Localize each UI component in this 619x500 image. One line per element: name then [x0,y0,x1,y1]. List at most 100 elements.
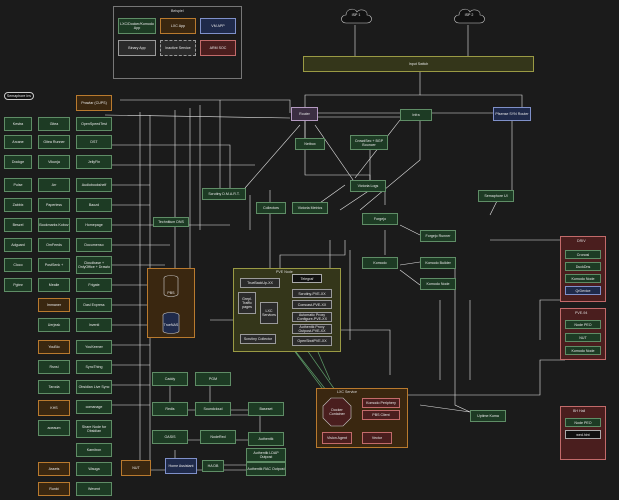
driv-item-duckdns: DuckDns [565,262,601,271]
app-comanage: comanage [76,400,112,414]
app-audiobookshelf: Audiobookshelf [76,178,112,192]
pve-automatic-proxy: Automatic Proxy Configure-PVE-XX [292,312,332,322]
komodo: Komodo [362,257,398,269]
lxc-vector: Vector [362,432,392,444]
app-dockge: Dockge [4,155,32,169]
pve-truebackup: TrueBackUp-XX [240,278,280,288]
svc-baseset: Baseset [248,402,284,416]
lxc-pbs-client: PBS Client [362,410,400,420]
router: Router [291,107,318,121]
komodo-builder: Komodo Builder [420,257,456,269]
pve-opensbot: OpenSbotPVE-XX [292,336,332,346]
app-dasl-express: Dasl Express [76,298,112,312]
app-jellyfin: JellyFin [76,155,112,169]
app-youkeener: YouKeener [76,340,112,354]
pbs-label: PBS [167,291,175,295]
collectors: Collectors [256,202,286,214]
crowdsec: CrowdSec + BGP Bouncer [350,135,388,150]
svc-redis: Redis [152,402,188,416]
pve-lxc-services: LXC Services [260,302,278,324]
panel-bh-hall-title: BH Hall [573,409,586,413]
pve-comcast: Comcast-PVE-XX [292,300,332,309]
svc-pgm: PGM [195,372,231,386]
semaphore-ui: Semaphore UI [478,190,514,202]
driv-item-komodo-node: Komodo Node [565,274,601,283]
legend-inactive-service: Inactive Service [160,40,196,56]
app-openspeedtest: OpenSpeedTest [76,117,112,131]
app-kestra: Kestra [4,117,32,131]
svc-soundcloud: Soundcloud [195,402,231,416]
svc-authentik: Authentik [248,432,284,446]
svc-ha-db: HA DB [202,460,224,472]
legend-title: Beispiel [171,9,184,13]
app-postsenk: PostSenk + [38,258,70,272]
victoria-metrics: Victoria Metrics [292,202,328,214]
app-cloco: Cloco [4,258,32,272]
pve94-item-nut: NUT [565,333,601,342]
app-bookmarks: Bookmarks Kobov [38,218,70,232]
pve-node-title: PVE Node [276,270,293,274]
app-rsnsi: Rsnsi [38,360,70,374]
app-pgbnr: Pgbnr [4,278,32,292]
app-share-node-obsidian: Share Node for Obsidian [76,420,112,438]
app-mealie: Mealie [38,278,70,292]
legend-binary-app: Binary App [118,40,156,56]
bh-hall-item-wed-hint: wed.hint [565,430,601,439]
legend-arm-soc: ARM SOC [200,40,236,56]
app-wauga: Wauga [76,462,112,476]
legend-lxc-docker-komodo: LXC/Docker/Komodo App [118,18,156,34]
forgejo: Forgejo [362,213,398,225]
lxc-service-title: LXC Service [337,390,357,394]
panel-driv-title: DRIV [577,239,586,243]
isp2-label: ISP 2 [464,13,474,17]
app-adguard: Adguard [4,238,32,252]
app-inventi: Inventi [76,318,112,332]
app-homepage: Homepage [76,218,112,232]
app-karnitron: Karnitron [76,443,112,457]
uptime-kuma: Uptime Kuma [470,410,506,422]
app-frigate: Frigate [76,278,112,292]
app-aoeaum: aoeaum [38,420,70,436]
lxc-komodo-periphery: Komodo Periphery [362,398,400,408]
isp1-label: ISP 1 [351,13,361,17]
app-documenso: Documenso [76,238,112,252]
docker-container-label: Docker Container [329,408,345,416]
pfsense-router: Pfsense SYN Router [493,107,531,121]
infra: Infra [400,109,432,121]
app-prowlar: Prowlar (CUPS) [76,95,112,111]
app-gitea: Gitea [38,117,70,131]
truenas-label: TrueNAS [163,323,179,327]
svc-oasis: OASIS [152,430,188,444]
svc-authentik-ldap: Authentik LDAP Outpost [246,448,286,462]
app-dst: DST [76,135,112,149]
svc-caddy: Caddy [152,372,188,386]
victoria-logs: Victoria Logs [350,180,386,192]
app-wevent: Wevent [76,482,112,496]
app-runkt: Runkt [38,482,70,496]
netbox: Netbox [295,138,325,150]
group-header-pill: Semaphore Inv [4,92,34,100]
app-gitea-runner: Gitea Runner [38,135,70,149]
pve-scrutiny: Scrutiny-PVE-XX [292,289,332,298]
scrutiny: Scrutiny D.M.A.R.T. [202,188,246,200]
app-arr: Arr [38,178,70,192]
lxc-vision-agent: Vision Agent [322,432,352,444]
app-uerjeak: Uerjeak [38,318,70,332]
app-cloudbase: Cloudbase + OnlyOffice + Drawio [76,256,112,274]
svc-nut: NUT [121,460,151,476]
svc-nodered: NodeRed [200,430,236,444]
app-youbio: YouBio [38,340,70,354]
pve-authentik-proxy: Authentik Proxy Outpost-PVE-XX [292,324,332,334]
architecture-diagram: Beispiel LXC/Docker/Komodo App LXC App V… [0,0,619,500]
app-syncthing: SyncThing [76,360,112,374]
app-vikunja: Vikunja [38,155,70,169]
driv-item-cronosl: Cronosl [565,250,601,259]
app-khs: KHS [38,400,70,416]
app-immaner: Immaner [38,298,70,312]
app-omfeeds: OmFeeds [38,238,70,252]
forgejo-runner: Forgejo Runner [420,230,456,242]
pve94-item-node-peo: Node PEO [565,320,601,329]
pve-grepl-traffic: Grepl. Traffic pages [238,292,256,314]
app-baozd: Baozd [76,198,112,212]
app-zabbix: Zabbix [4,198,32,212]
